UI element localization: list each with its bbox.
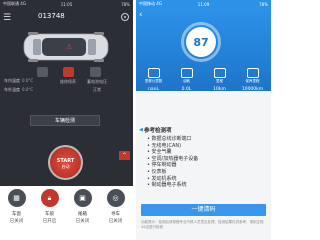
metric-fuel: 油耗 0.0L bbox=[170, 68, 203, 92]
vehicle-check-screen: 中国移动 4G 11:09 78% ‹ 87 里程公里数 nanL 油耗 0.0… bbox=[136, 0, 271, 240]
battery-level: 78% bbox=[259, 1, 268, 7]
metric-distance: 里程 10km bbox=[203, 68, 236, 92]
score-value: 87 bbox=[186, 27, 216, 57]
fuel-icon bbox=[180, 68, 193, 78]
status-bar: 中国移动 4G 11:09 78% bbox=[136, 0, 271, 8]
start-sublabel: 启动 bbox=[61, 164, 70, 169]
back-icon[interactable]: ‹ bbox=[139, 10, 143, 20]
list-item: 安全气囊 bbox=[147, 149, 198, 156]
find-car-icon: ◎ bbox=[106, 189, 125, 207]
clock: 11:09 bbox=[197, 1, 210, 7]
vehicle-check-button[interactable]: 车辆检测 bbox=[30, 115, 100, 126]
inside-temp: 车内温度 0.0°C bbox=[4, 78, 34, 83]
window-control[interactable]: ▦ 车窗 已关闭 bbox=[0, 186, 33, 240]
check-list-icon: ◀ bbox=[139, 127, 143, 133]
metric-service: 保养里程 10000km bbox=[236, 68, 269, 92]
score-gauge: 87 bbox=[181, 22, 221, 62]
lock-icon: 🔒︎ bbox=[40, 189, 59, 207]
trunk-icon: ▣ bbox=[73, 189, 92, 207]
odometer-icon bbox=[147, 68, 160, 78]
metric-mileage: 里程公里数 nanL bbox=[137, 68, 170, 92]
list-item: 制动器电子系统 bbox=[147, 182, 198, 189]
list-item: 停车制动器 bbox=[147, 162, 198, 169]
check-item-list: 数据总线诊断端口 无线电(CAN) 安全气囊 空调/加热器电子设备 停车制动器 … bbox=[147, 136, 199, 189]
engine-start-button[interactable]: START 启动 bbox=[48, 145, 83, 180]
battery-icon[interactable] bbox=[90, 67, 101, 77]
carrier-signal: 中国联通 4G bbox=[3, 1, 26, 6]
list-item: 数据总线诊断端口 bbox=[147, 136, 198, 143]
distance-icon bbox=[213, 68, 226, 78]
settings-icon[interactable] bbox=[121, 13, 129, 21]
control-bar: ▦ 车窗 已关闭 🔒︎ 车锁 已开启 ▣ 尾箱 已关闭 ◎ 寻车 已关闭 bbox=[0, 186, 133, 240]
outside-temp: 车外温度 0.0°C bbox=[4, 87, 34, 92]
menu-icon[interactable]: ☰ bbox=[3, 13, 13, 23]
vehicle-control-screen: 中国联通 4G 11:05 78% ☰ 013748 ⚠ 车内温度 0.0°C 车… bbox=[0, 0, 133, 240]
wrench-icon bbox=[246, 68, 259, 78]
disclaimer-text: 功能提示：检测后请按照专业汽修人员意见处理，检测结果仅供参考，请到正规4S店进行… bbox=[141, 220, 264, 229]
collapse-icon[interactable]: ⌃ bbox=[119, 151, 130, 160]
panel-title: 参考检测项 bbox=[144, 128, 172, 134]
lock-control[interactable]: 🔒︎ 车锁 已开启 bbox=[33, 186, 66, 240]
door-status-icon bbox=[37, 67, 48, 77]
window-icon: ▦ bbox=[7, 189, 26, 207]
trunk-control[interactable]: ▣ 尾箱 已关闭 bbox=[66, 186, 99, 240]
plate-number: 013748 bbox=[38, 12, 65, 20]
list-item: 仪表板 bbox=[147, 169, 198, 176]
maintenance-icon[interactable] bbox=[63, 67, 74, 77]
battery-level: 78% bbox=[121, 1, 130, 7]
find-car-control[interactable]: ◎ 寻车 已关闭 bbox=[99, 186, 132, 240]
clear-codes-button[interactable]: 一键清码 bbox=[141, 204, 266, 216]
warning-icon: ⚠ bbox=[66, 43, 73, 51]
carrier-signal: 中国移动 4G bbox=[139, 1, 162, 6]
clock: 11:05 bbox=[60, 1, 73, 7]
score-header: ‹ 87 里程公里数 nanL 油耗 0.0L 里程 10km 保养里程 100… bbox=[136, 8, 271, 92]
maintenance-caption: 维修保养 bbox=[60, 79, 76, 84]
battery-voltage-caption: 蓄电池电压 bbox=[87, 79, 107, 84]
status-bar: 中国联通 4G 11:05 78% bbox=[0, 0, 133, 8]
battery-status-value: 正常 bbox=[93, 87, 101, 92]
car-diagram: ⚠ bbox=[18, 30, 114, 64]
